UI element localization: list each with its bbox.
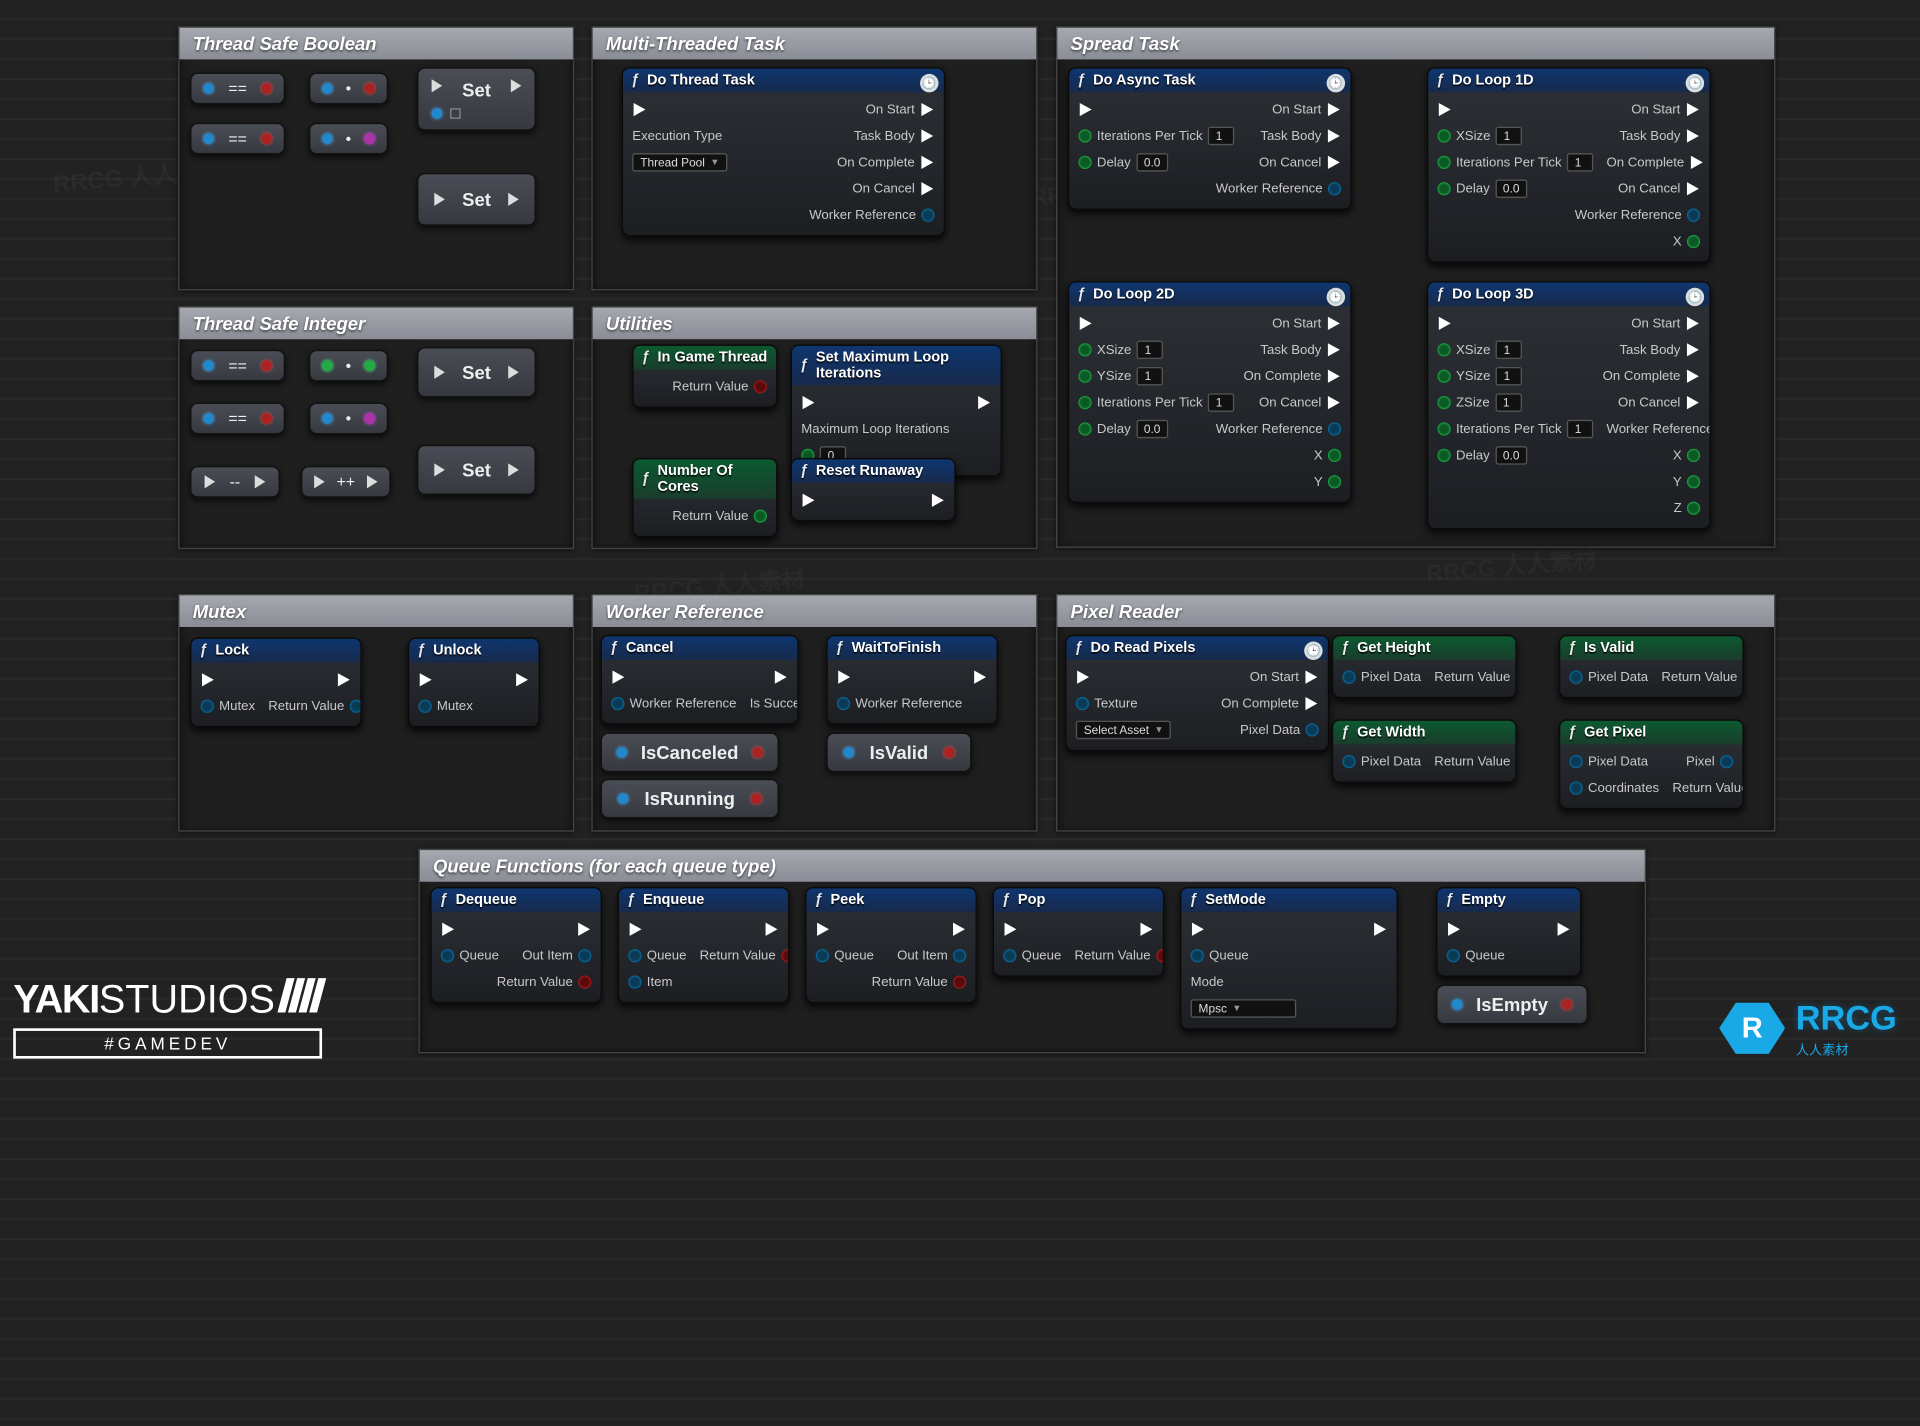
node-is-empty[interactable]: IsEmpty <box>1436 985 1588 1025</box>
node-get-width[interactable]: Get Width Pixel DataReturn Value <box>1332 719 1517 782</box>
node-do-thread-task[interactable]: 🕒 Do Thread Task On Start Execution Type… <box>622 67 945 236</box>
group-multi-threaded-task[interactable]: Multi-Threaded Task 🕒 Do Thread Task On … <box>591 26 1037 290</box>
node-do-loop-3d[interactable]: 🕒 Do Loop 3D On Start XSize1Task Body YS… <box>1427 281 1711 529</box>
group-pixel-reader[interactable]: Pixel Reader 🕒 Do Read Pixels On Start T… <box>1056 594 1775 832</box>
brand-yaki-studios: YAKISTUDIOS #GAMEDEV <box>13 978 322 1059</box>
node-get-height[interactable]: Get Height Pixel DataReturn Value <box>1332 635 1517 698</box>
node-do-async-task[interactable]: 🕒 Do Async Task On Start Iterations Per … <box>1068 67 1352 210</box>
latent-icon: 🕒 <box>1304 642 1322 660</box>
group-title: Thread Safe Boolean <box>180 28 573 60</box>
node-is-canceled[interactable]: IsCanceled <box>601 733 779 773</box>
group-worker-reference[interactable]: Worker Reference Cancel Worker Reference… <box>591 594 1037 832</box>
node-dot-bool-2[interactable]: • <box>309 123 388 155</box>
brand-rrcg: R RRCG人人素材 <box>1719 998 1897 1059</box>
node-empty[interactable]: Empty Queue <box>1436 887 1581 977</box>
group-mutex[interactable]: Mutex Lock MutexReturn Value Unlock Mute… <box>178 594 574 832</box>
node-set-bool[interactable]: Set <box>417 67 536 130</box>
group-title: Spread Task <box>1057 28 1774 60</box>
node-eq-int-2[interactable]: == <box>190 403 285 435</box>
node-eq-bool[interactable]: == <box>190 73 285 105</box>
node-do-read-pixels[interactable]: 🕒 Do Read Pixels On Start TextureOn Comp… <box>1065 635 1329 751</box>
texture-asset-dropdown[interactable]: Select Asset <box>1076 721 1172 739</box>
group-spread-task[interactable]: Spread Task 🕒 Do Async Task On Start Ite… <box>1056 26 1775 547</box>
node-eq-bool-2[interactable]: == <box>190 123 285 155</box>
node-eq-int[interactable]: == <box>190 350 285 382</box>
execution-type-dropdown[interactable]: Thread Pool <box>632 153 727 171</box>
node-reset-runaway[interactable]: Reset Runaway <box>791 458 956 521</box>
node-set-mode[interactable]: SetMode Queue Mode Mpsc <box>1180 887 1398 1030</box>
node-do-loop-1d[interactable]: 🕒 Do Loop 1D On Start XSize1Task Body It… <box>1427 67 1711 262</box>
node-lock[interactable]: Lock MutexReturn Value <box>190 638 362 728</box>
latent-icon: 🕒 <box>1327 74 1345 92</box>
node-unlock[interactable]: Unlock Mutex <box>408 638 540 728</box>
node-enqueue[interactable]: Enqueue QueueReturn Value Item <box>618 887 790 1003</box>
group-utilities[interactable]: Utilities In Game ThreadReturn Value Num… <box>591 306 1037 549</box>
node-get-pixel[interactable]: Get Pixel Pixel DataPixel CoordinatesRet… <box>1559 719 1744 809</box>
node-inc[interactable]: ++ <box>301 466 391 498</box>
group-queue-functions[interactable]: Queue Functions (for each queue type) De… <box>418 849 1646 1054</box>
group-thread-safe-boolean[interactable]: Thread Safe Boolean == == • • Set Set <box>178 26 574 290</box>
node-dot-int[interactable]: • <box>309 350 388 382</box>
latent-icon: 🕒 <box>1686 74 1704 92</box>
node-set-int[interactable]: Set <box>417 347 536 397</box>
node-dot-int-2[interactable]: • <box>309 403 388 435</box>
node-is-valid-px[interactable]: Is Valid Pixel DataReturn Value <box>1559 635 1744 698</box>
node-dot-bool[interactable]: • <box>309 73 388 105</box>
mode-dropdown[interactable]: Mpsc <box>1191 999 1297 1017</box>
node-do-loop-2d[interactable]: 🕒 Do Loop 2D On Start XSize1Task Body YS… <box>1068 281 1352 503</box>
node-is-valid[interactable]: IsValid <box>826 733 971 773</box>
node-pop[interactable]: Pop QueueReturn Value <box>993 887 1165 977</box>
node-cancel[interactable]: Cancel Worker ReferenceIs Success <box>601 635 799 725</box>
node-is-running[interactable]: IsRunning <box>601 779 779 819</box>
node-set-max-loop[interactable]: Set Maximum Loop Iterations Maximum Loop… <box>791 345 1002 477</box>
latent-icon: 🕒 <box>1686 288 1704 306</box>
latent-icon: 🕒 <box>920 74 938 92</box>
group-thread-safe-integer[interactable]: Thread Safe Integer == == • • -- ++ Set … <box>178 306 574 549</box>
node-set-bool-2[interactable]: Set <box>417 173 536 226</box>
node-set-int-2[interactable]: Set <box>417 445 536 495</box>
node-peek[interactable]: Peek QueueOut Item Return Value <box>805 887 977 1003</box>
node-dequeue[interactable]: Dequeue QueueOut Item Return Value <box>430 887 602 1003</box>
node-dec[interactable]: -- <box>190 466 280 498</box>
node-num-cores[interactable]: Number Of CoresReturn Value <box>632 458 777 537</box>
node-title: Do Thread Task <box>623 69 944 93</box>
node-wait-finish[interactable]: WaitToFinish Worker Reference <box>826 635 998 725</box>
group-title: Multi-Threaded Task <box>593 28 1037 60</box>
node-in-game-thread[interactable]: In Game ThreadReturn Value <box>632 345 777 408</box>
latent-icon: 🕒 <box>1327 288 1345 306</box>
